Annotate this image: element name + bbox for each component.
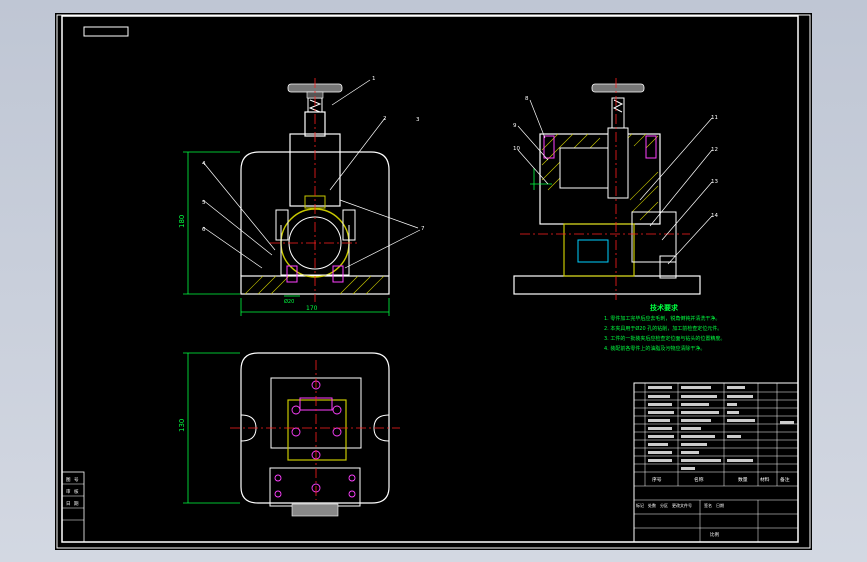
balloon-3: 4 xyxy=(202,161,206,167)
bom-header-remark: 备注 xyxy=(780,476,790,483)
rev-date: 日期 xyxy=(716,502,724,508)
balloon-5: 2 xyxy=(383,116,387,122)
left-strip-4: 核 xyxy=(74,488,79,495)
balloon-12: 12 xyxy=(711,147,718,153)
left-strip-5: 日 xyxy=(66,501,71,507)
drawing-canvas[interactable]: 180 170 Ø20 1 2 3 4 5 6 7 130 8 9 10 11 … xyxy=(0,0,867,562)
balloon-6: 3 xyxy=(416,117,420,123)
balloon-10: 8 xyxy=(525,96,529,102)
rev-count: 处数 xyxy=(648,502,656,508)
balloon-7: 7 xyxy=(421,226,425,232)
left-strip-1: 图 xyxy=(66,477,71,483)
side-handwheel xyxy=(591,83,645,93)
balloon-9: 9 xyxy=(513,123,517,129)
bom-header-no: 序号 xyxy=(652,476,662,483)
balloon-2: 6 xyxy=(202,227,206,233)
rev-zone: 分区 xyxy=(660,502,668,508)
balloon-1: 1 xyxy=(372,76,376,82)
dim-front-height: 180 xyxy=(178,215,186,228)
balloon-8: 5 xyxy=(202,200,206,206)
tech-req-title: 技术要求 xyxy=(650,303,679,312)
left-strip-6: 期 xyxy=(74,501,79,507)
left-strip-3: 审 xyxy=(66,488,71,495)
balloon-11: 11 xyxy=(711,115,718,121)
scale-label: 比例 xyxy=(710,531,719,538)
dim-plan-height: 130 xyxy=(178,419,186,432)
plan-knurled-knob xyxy=(291,503,339,517)
rev-mark: 标记 xyxy=(636,502,644,508)
side-screw-column xyxy=(607,127,629,199)
rev-sign: 签名 xyxy=(704,502,712,508)
bom-header-name: 名称 xyxy=(694,476,704,483)
balloon-13: 13 xyxy=(711,179,718,185)
tech-req-item-1: 1. 零件加工完毕后应去毛刺，锐角倒钝并清洗干净。 xyxy=(604,315,720,322)
bom-header-material: 材料 xyxy=(760,476,770,483)
dim-front-width: 170 xyxy=(306,305,318,312)
bom-header-qty: 数量 xyxy=(738,476,748,483)
tech-req-item-2: 2. 本夹具用于Ø20 孔的钻削，加工前检查定位元件。 xyxy=(604,325,722,332)
rev-file: 更改文件号 xyxy=(672,502,692,508)
dim-front-small: Ø20 xyxy=(284,298,294,305)
tech-req-item-3: 3. 工件的一批装夹后应检查定位面与钻头的位置精度。 xyxy=(604,335,725,342)
cad-viewport[interactable]: 180 170 Ø20 1 2 3 4 5 6 7 130 8 9 10 11 … xyxy=(0,0,867,562)
left-strip-2: 号 xyxy=(74,477,79,483)
balloon-14: 14 xyxy=(711,213,718,219)
balloon-8b: 10 xyxy=(513,146,520,152)
side-cavity xyxy=(559,147,609,189)
tech-req-item-4: 4. 装配前各零件上的油脂及污物应清除干净。 xyxy=(604,345,705,352)
drawing-sheet xyxy=(55,13,812,550)
